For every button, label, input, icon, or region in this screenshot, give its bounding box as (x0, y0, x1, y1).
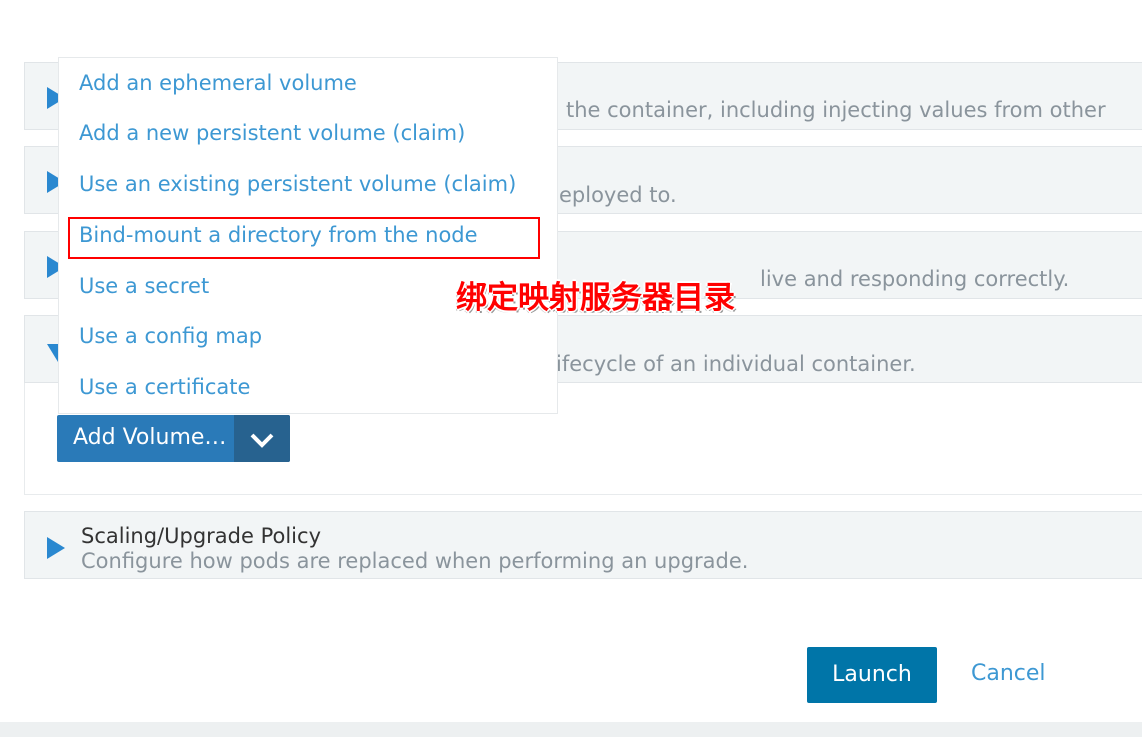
cancel-button[interactable]: Cancel (971, 661, 1046, 686)
section-description: eployed to. (559, 183, 677, 207)
section-description: live and responding correctly. (760, 267, 1070, 291)
section-title: Scaling/Upgrade Policy (81, 524, 321, 548)
expand-triangle-icon[interactable] (47, 537, 65, 559)
launch-button[interactable]: Launch (807, 647, 937, 703)
menu-item-existing-pvc[interactable]: Use an existing persistent volume (claim… (79, 172, 516, 196)
section-description: ifecycle of an individual container. (556, 352, 916, 376)
menu-item-new-pvc[interactable]: Add a new persistent volume (claim) (79, 121, 465, 145)
section-description: the container, including injecting value… (566, 98, 1106, 122)
add-volume-button[interactable]: Add Volume… (57, 415, 290, 462)
annotation-text: 绑定映射服务器目录 (456, 280, 735, 316)
add-volume-label: Add Volume… (73, 425, 227, 450)
footer-bar (0, 722, 1142, 737)
highlight-box (68, 217, 540, 259)
chevron-down-icon[interactable] (234, 415, 290, 462)
section-scaling-upgrade-policy[interactable]: Scaling/Upgrade Policy Configure how pod… (24, 511, 1142, 579)
menu-item-certificate[interactable]: Use a certificate (79, 375, 250, 399)
menu-item-config-map[interactable]: Use a config map (79, 324, 262, 348)
menu-item-ephemeral-volume[interactable]: Add an ephemeral volume (79, 71, 357, 95)
menu-item-secret[interactable]: Use a secret (79, 274, 209, 298)
section-description: Configure how pods are replaced when per… (81, 549, 749, 573)
